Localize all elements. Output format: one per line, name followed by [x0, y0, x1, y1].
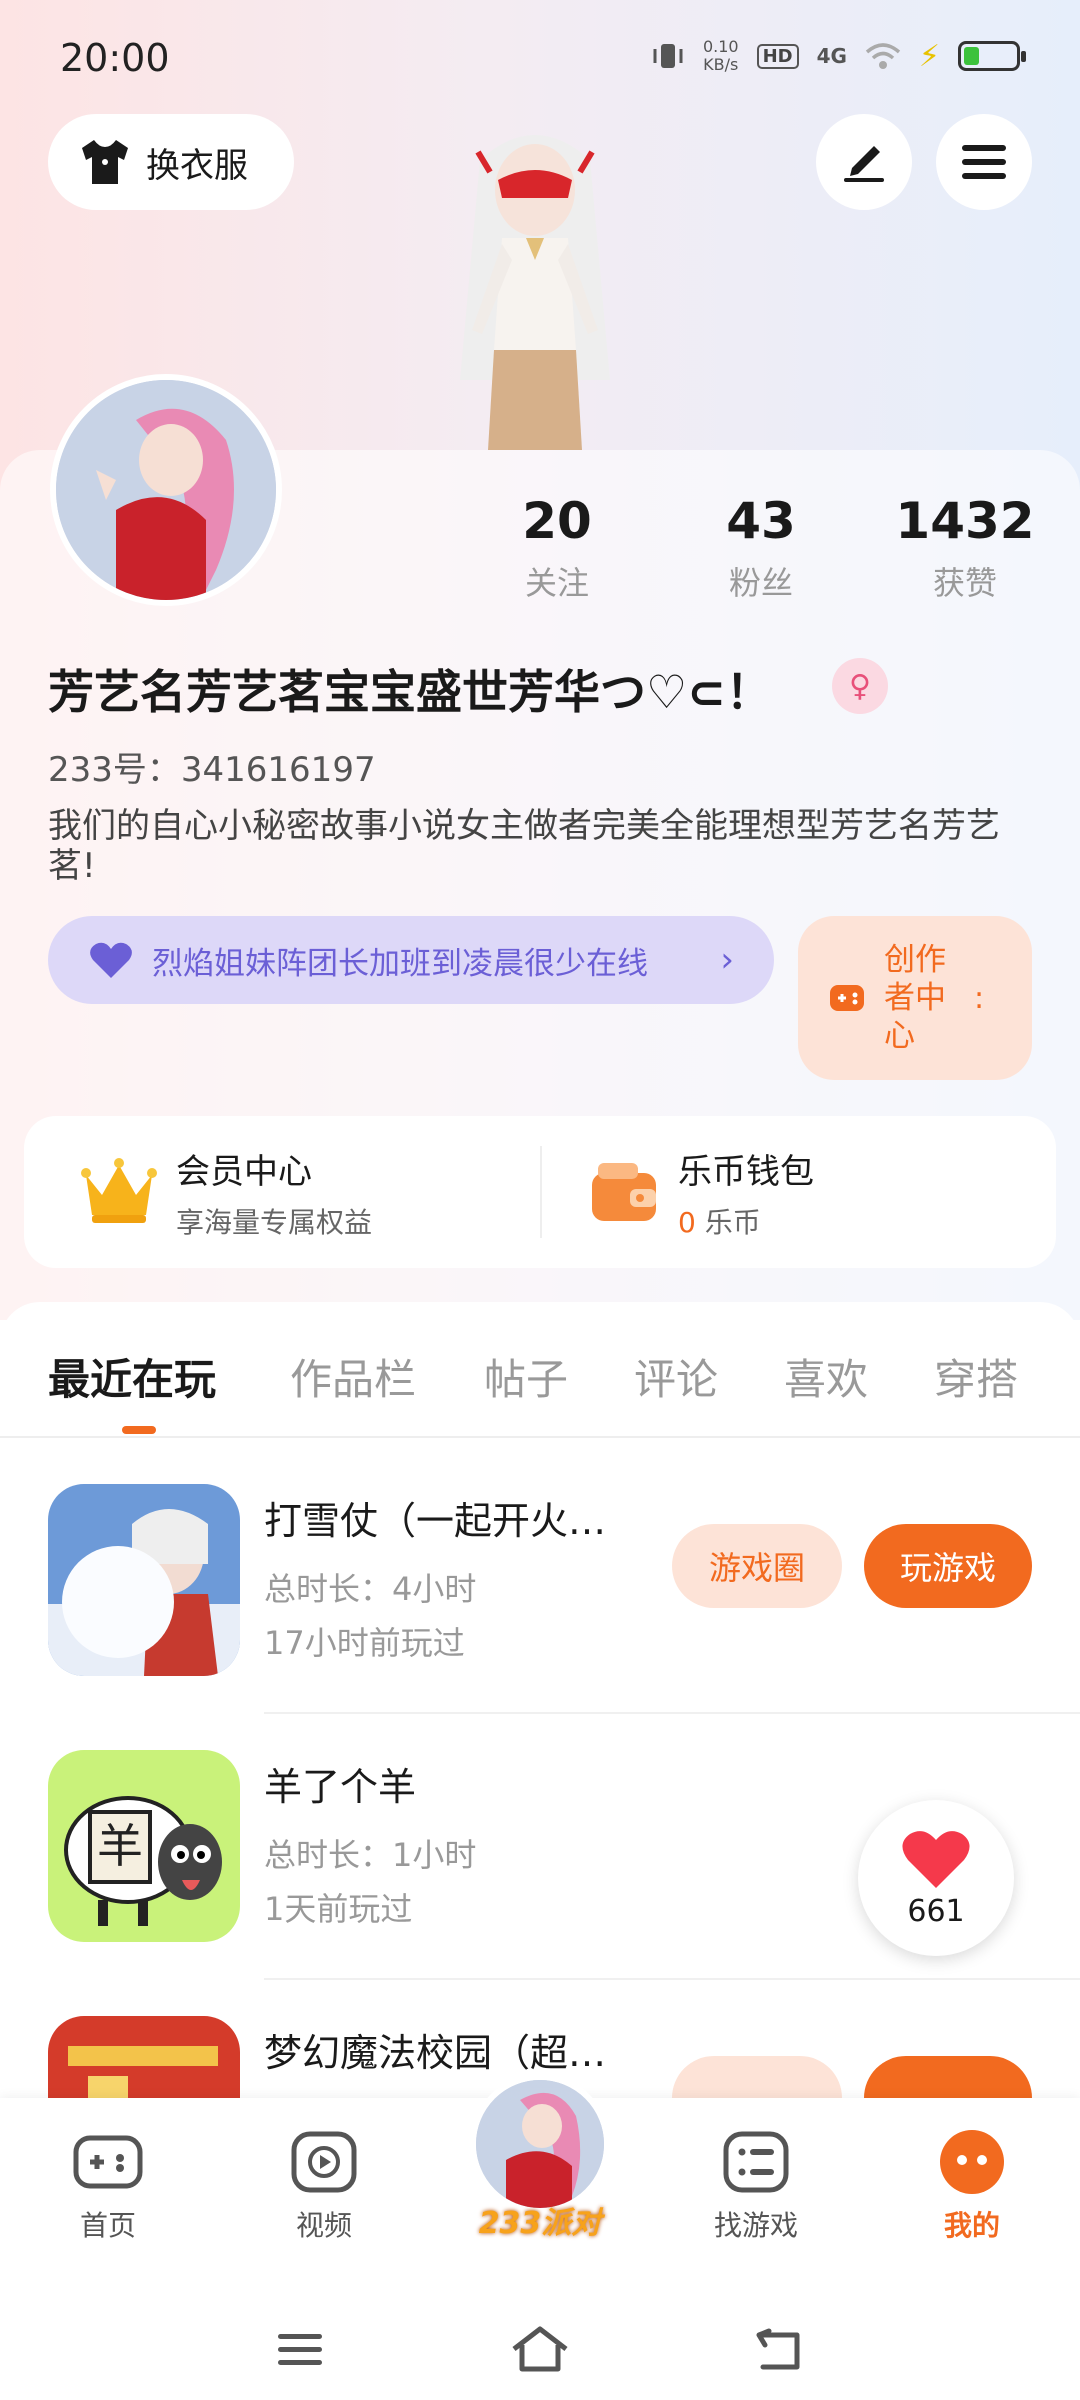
- nav-home[interactable]: 首页: [28, 2126, 188, 2244]
- game-circle-button[interactable]: 游戏圈: [672, 1524, 842, 1608]
- status-message-text: 烈焰姐妹阵团长加班到凌晨很少在线: [152, 945, 648, 982]
- status-icons: 0.10 KB/s HD 4G ⚡: [651, 37, 1026, 74]
- tab-likes[interactable]: 喜欢: [784, 1346, 868, 1407]
- crown-icon: [81, 1158, 157, 1223]
- list-icon: [723, 2131, 789, 2193]
- battery-level: [964, 47, 979, 65]
- battery-icon: [958, 41, 1026, 71]
- nav-party-avatar[interactable]: [470, 2074, 610, 2214]
- nav-me[interactable]: 我的: [892, 2126, 1052, 2244]
- wallet-icon: [592, 1163, 656, 1221]
- game-name: 羊了个羊: [264, 1765, 417, 1809]
- nav-video-label: 视频: [295, 2209, 352, 2242]
- coin-wallet-item[interactable]: 乐币钱包 0 乐币: [588, 1116, 814, 1268]
- menu-button[interactable]: [936, 114, 1032, 210]
- creator-center-label: 创作者中心: [884, 942, 946, 1054]
- back-icon: [756, 2328, 800, 2370]
- me-icon: [940, 2130, 1004, 2194]
- nav-video[interactable]: 视频: [244, 2126, 404, 2244]
- game-last-played: 1天前玩过: [264, 1890, 413, 1928]
- game-name: 打雪仗（一起开火…: [264, 1499, 607, 1543]
- game-name: 梦幻魔法校园（超…: [264, 2031, 607, 2075]
- recents-button[interactable]: [270, 2320, 330, 2380]
- wifi-icon: [865, 43, 901, 69]
- network-4g-indicator: 4G: [816, 44, 847, 68]
- menu-icon: [962, 145, 1006, 179]
- member-center-subtitle: 享海量专属权益: [176, 1205, 373, 1239]
- avatar-illustration: [56, 380, 276, 600]
- tab-comments[interactable]: 评论: [634, 1346, 718, 1407]
- wallet-title: 乐币钱包: [678, 1151, 814, 1192]
- wallet-balance: 0 乐币: [678, 1205, 761, 1239]
- vibrate-icon: [653, 44, 683, 68]
- tab-recently-played[interactable]: 最近在玩: [48, 1346, 216, 1407]
- game-row[interactable]: 打雪仗（一起开火… 总时长：4小时 17小时前玩过 游戏圈 玩游戏: [0, 1436, 1080, 1700]
- party-avatar-illustration: [476, 2080, 604, 2208]
- status-bar: 20:00 0.10 KB/s HD 4G ⚡: [0, 0, 1080, 120]
- charging-icon: ⚡: [918, 38, 940, 74]
- user-nickname: 芳艺名芳艺茗宝宝盛世芳华つ♡⊂！: [48, 665, 772, 719]
- more-indicator: :: [974, 980, 985, 1016]
- system-navigation-bar: [0, 2290, 1080, 2400]
- female-icon: ♀: [832, 658, 888, 714]
- net-speed: 0.10 KB/s: [702, 37, 739, 74]
- game-icon-snowball: [48, 1484, 240, 1676]
- character-avatar-illustration[interactable]: [420, 120, 650, 450]
- likes-count: 1432: [895, 492, 1035, 550]
- profile-tabs: 最近在玩 作品栏 帖子 评论 喜欢 穿搭: [0, 1302, 1080, 1438]
- vip-wallet-card: 会员中心 享海量专属权益 乐币钱包 0 乐币: [24, 1116, 1056, 1268]
- stat-following[interactable]: 20 关注: [457, 492, 657, 604]
- active-tab-indicator: [122, 1426, 156, 1434]
- stat-likes[interactable]: 1432 获赞: [865, 492, 1065, 604]
- followers-count: 43: [726, 492, 796, 550]
- dress-up-label: 换衣服: [146, 145, 248, 186]
- status-message-pill[interactable]: 烈焰姐妹阵团长加班到凌晨很少在线 ›: [48, 916, 774, 1004]
- game-duration: 总时长：1小时: [264, 1836, 477, 1874]
- nav-find-games-label: 找游戏: [713, 2209, 798, 2242]
- tab-outfits[interactable]: 穿搭: [934, 1346, 1018, 1407]
- game-last-played: 17小时前玩过: [264, 1624, 465, 1662]
- gamepad-icon: [73, 2135, 143, 2189]
- nav-home-label: 首页: [79, 2209, 136, 2242]
- user-bio: 我们的自心小秘密故事小说女主做者完美全能理想型芳艺名芳艺茗!: [48, 806, 1000, 886]
- status-time: 20:00: [60, 36, 170, 80]
- likes-label: 获赞: [932, 564, 997, 602]
- purple-heart-icon: [90, 942, 132, 978]
- gamepad-orange-icon: [830, 985, 864, 1011]
- heart-icon: [902, 1830, 970, 1888]
- creator-center-button[interactable]: 创作者中心 :: [798, 916, 1032, 1080]
- following-label: 关注: [524, 564, 589, 602]
- tab-works[interactable]: 作品栏: [290, 1346, 416, 1407]
- member-center-item[interactable]: 会员中心 享海量专属权益: [80, 1116, 372, 1268]
- edit-profile-button[interactable]: [816, 114, 912, 210]
- user-avatar[interactable]: [50, 374, 282, 606]
- home-icon: [512, 2326, 568, 2372]
- member-center-title: 会员中心: [176, 1151, 312, 1192]
- like-count: 661: [907, 1893, 965, 1929]
- shirt-icon: [82, 140, 128, 184]
- floating-like-button[interactable]: 661: [858, 1800, 1014, 1956]
- nav-party-label[interactable]: 233派对: [460, 2198, 620, 2242]
- followers-label: 粉丝: [728, 564, 793, 602]
- svg-text:羊: 羊: [97, 1819, 143, 1873]
- edit-icon: [844, 146, 884, 182]
- dress-up-button[interactable]: 换衣服: [48, 114, 294, 210]
- back-button[interactable]: [750, 2320, 810, 2380]
- home-button[interactable]: [510, 2320, 570, 2380]
- vip-divider: [540, 1146, 542, 1238]
- user-id: 233号：341616197: [48, 750, 376, 790]
- play-game-button[interactable]: 玩游戏: [864, 1524, 1032, 1608]
- following-count: 20: [522, 492, 592, 550]
- hd-badge: HD: [756, 43, 799, 69]
- game-duration: 总时长：4小时: [264, 1570, 477, 1608]
- nav-find-games[interactable]: 找游戏: [676, 2126, 836, 2244]
- recents-icon: [278, 2334, 322, 2365]
- nav-me-label: 我的: [943, 2209, 1000, 2242]
- stat-followers[interactable]: 43 粉丝: [661, 492, 861, 604]
- chevron-right-icon: ›: [720, 940, 734, 980]
- game-icon-sheep: 羊: [48, 1750, 240, 1942]
- tab-posts[interactable]: 帖子: [484, 1346, 568, 1407]
- video-icon: [291, 2131, 357, 2193]
